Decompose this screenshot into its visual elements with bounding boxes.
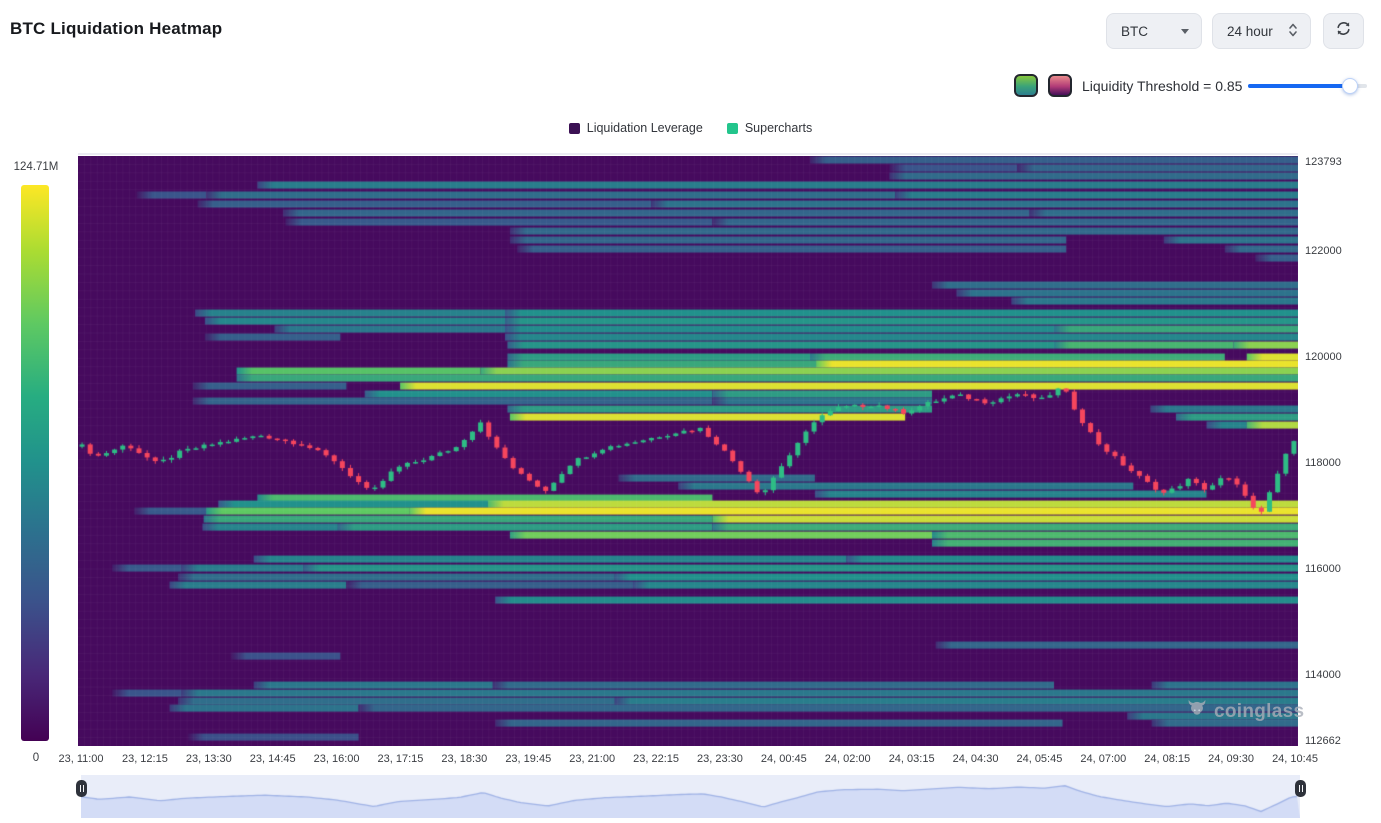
time-tick: 23, 22:15 bbox=[621, 753, 691, 765]
price-tick: 112662 bbox=[1305, 735, 1341, 747]
legend-swatch bbox=[727, 123, 738, 134]
time-tick: 23, 23:30 bbox=[685, 753, 755, 765]
watermark: coinglass bbox=[1186, 698, 1304, 725]
navigator-handle-left[interactable] bbox=[76, 780, 87, 797]
time-tick: 23, 19:45 bbox=[493, 753, 563, 765]
page-title: BTC Liquidation Heatmap bbox=[10, 19, 222, 39]
price-tick: 120000 bbox=[1305, 351, 1342, 363]
time-tick: 24, 02:00 bbox=[813, 753, 883, 765]
time-tick: 24, 09:30 bbox=[1196, 753, 1266, 765]
caret-down-icon bbox=[1181, 29, 1189, 34]
slider-fill bbox=[1248, 84, 1355, 88]
price-tick: 118000 bbox=[1305, 457, 1341, 469]
legend-swatch bbox=[569, 123, 580, 134]
plot-top-border bbox=[78, 153, 1298, 155]
time-tick: 24, 07:00 bbox=[1068, 753, 1138, 765]
threshold-slider[interactable] bbox=[1248, 84, 1367, 88]
symbol-select[interactable]: BTC bbox=[1106, 13, 1202, 49]
navigator-canvas[interactable] bbox=[81, 775, 1300, 818]
legend: Liquidation Leverage Supercharts bbox=[0, 121, 1381, 135]
refresh-icon bbox=[1334, 19, 1353, 43]
navigator-handle-right[interactable] bbox=[1295, 780, 1306, 797]
symbol-select-label: BTC bbox=[1121, 24, 1148, 39]
navigator[interactable] bbox=[81, 775, 1300, 818]
time-tick: 24, 08:15 bbox=[1132, 753, 1202, 765]
threshold-label: Liquidity Threshold = 0.85 bbox=[1082, 78, 1242, 94]
price-tick: 114000 bbox=[1305, 669, 1341, 681]
time-tick: 24, 04:30 bbox=[941, 753, 1011, 765]
time-tick: 24, 03:15 bbox=[877, 753, 947, 765]
time-tick: 24, 05:45 bbox=[1004, 753, 1074, 765]
legend-item[interactable]: Supercharts bbox=[727, 121, 812, 135]
colorbar bbox=[21, 185, 49, 741]
price-tick: 116000 bbox=[1305, 563, 1341, 575]
time-tick: 24, 10:45 bbox=[1260, 753, 1330, 765]
slider-thumb[interactable] bbox=[1342, 78, 1358, 94]
price-tick: 122000 bbox=[1305, 245, 1342, 257]
time-tick: 23, 11:00 bbox=[46, 753, 116, 765]
bull-logo-icon bbox=[1186, 698, 1208, 725]
heatmap-canvas[interactable] bbox=[78, 156, 1298, 746]
colormap-swatch-viridis[interactable] bbox=[1014, 74, 1038, 97]
time-tick: 23, 18:30 bbox=[429, 753, 499, 765]
chevron-up-down-icon bbox=[1288, 22, 1298, 41]
legend-item[interactable]: Liquidation Leverage bbox=[569, 121, 703, 135]
refresh-button[interactable] bbox=[1323, 13, 1364, 49]
price-tick: 123793 bbox=[1305, 156, 1342, 168]
time-tick: 23, 13:30 bbox=[174, 753, 244, 765]
time-tick: 23, 16:00 bbox=[302, 753, 372, 765]
legend-label: Liquidation Leverage bbox=[587, 121, 703, 135]
colormap-swatch-magma[interactable] bbox=[1048, 74, 1072, 97]
time-tick: 23, 12:15 bbox=[110, 753, 180, 765]
legend-label: Supercharts bbox=[745, 121, 812, 135]
time-tick: 23, 17:15 bbox=[365, 753, 435, 765]
interval-select-label: 24 hour bbox=[1227, 24, 1273, 39]
time-tick: 23, 21:00 bbox=[557, 753, 627, 765]
interval-select[interactable]: 24 hour bbox=[1212, 13, 1311, 49]
time-tick: 23, 14:45 bbox=[238, 753, 308, 765]
watermark-text: coinglass bbox=[1214, 701, 1304, 723]
colorbar-max-label: 124.71M bbox=[8, 161, 64, 173]
time-tick: 24, 00:45 bbox=[749, 753, 819, 765]
